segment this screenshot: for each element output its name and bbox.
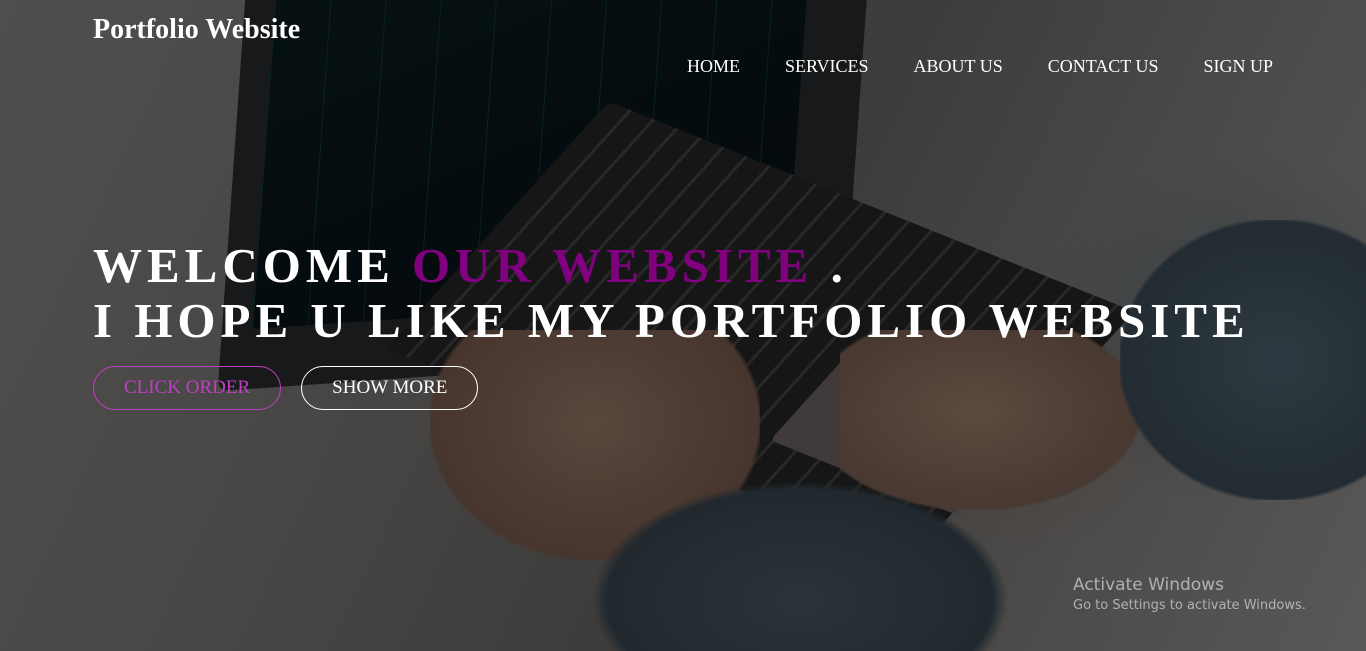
nav-item-about-us: ABOUT US xyxy=(914,56,1003,77)
nav-link-home[interactable]: HOME xyxy=(687,56,740,76)
nav-item-services: SERVICES xyxy=(785,56,869,77)
nav-item-sign-up: SIGN UP xyxy=(1203,56,1273,77)
hero-headline: WELCOME OUR WEBSITE . I HOPE U LIKE MY P… xyxy=(93,238,1250,348)
hero-line1-suffix: . xyxy=(813,238,848,293)
hero-buttons: CLICK ORDER SHOW MORE xyxy=(93,366,479,410)
hero-line1-prefix: WELCOME xyxy=(93,238,413,293)
watermark-title: Activate Windows xyxy=(1073,575,1224,595)
hero-line1-accent: OUR WEBSITE xyxy=(412,238,814,293)
site-brand: Portfolio Website xyxy=(93,14,301,45)
main-nav: HOME SERVICES ABOUT US CONTACT US SIGN U… xyxy=(687,56,1273,77)
nav-link-sign-up[interactable]: SIGN UP xyxy=(1203,56,1273,76)
nav-link-contact-us[interactable]: CONTACT US xyxy=(1048,56,1159,76)
hero-line2: I HOPE U LIKE MY PORTFOLIO WEBSITE xyxy=(93,293,1250,348)
show-more-button[interactable]: SHOW MORE xyxy=(301,366,479,410)
nav-item-home: HOME xyxy=(687,56,740,77)
click-order-button[interactable]: CLICK ORDER xyxy=(93,366,282,410)
watermark-subtitle: Go to Settings to activate Windows. xyxy=(1073,598,1306,613)
nav-link-services[interactable]: SERVICES xyxy=(785,56,869,76)
activate-windows-watermark: Activate Windows Go to Settings to activ… xyxy=(1073,574,1306,616)
nav-item-contact-us: CONTACT US xyxy=(1048,56,1159,77)
nav-link-about-us[interactable]: ABOUT US xyxy=(914,56,1003,76)
